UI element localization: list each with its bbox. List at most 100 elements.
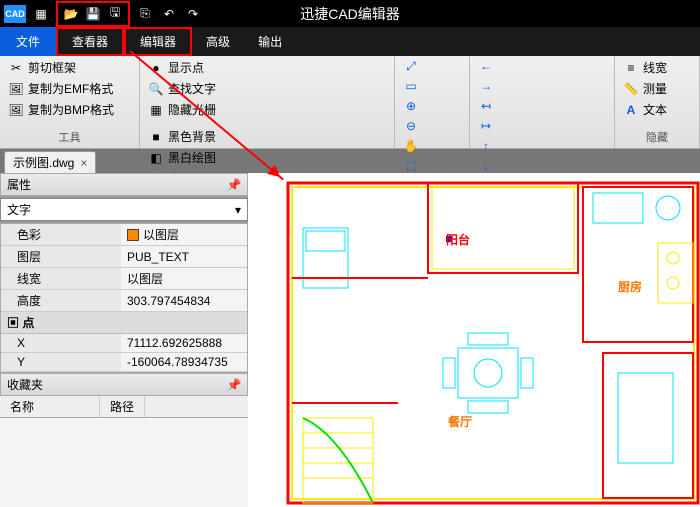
floorplan-svg	[248, 173, 700, 507]
zoom-in-icon[interactable]: ⊕	[401, 98, 421, 114]
label: 隐藏光栅	[168, 101, 216, 118]
value-text: 以图层	[143, 226, 179, 243]
room-label-kitchen: 厨房	[618, 278, 642, 295]
label: 黑色背景	[168, 128, 216, 145]
nav-up-icon[interactable]: ↑	[476, 138, 496, 154]
linewidth-button[interactable]: ≡线宽	[621, 58, 693, 77]
prop-value: 303.797454834	[121, 290, 247, 311]
nav-left-icon[interactable]: ←	[476, 58, 496, 74]
fit-icon[interactable]: ⛶	[401, 158, 421, 174]
title-bar: CAD ▦ 📂 💾 🖫 ⎘ ↶ ↷ 迅捷CAD编辑器	[0, 0, 700, 27]
output-tab[interactable]: 输出	[244, 27, 296, 56]
object-type-combo[interactable]: 文字 ▾	[0, 198, 248, 221]
properties-header: 属性 📌	[0, 173, 248, 196]
close-tab-icon[interactable]: ×	[80, 156, 87, 170]
prop-key: 图层	[1, 246, 121, 267]
viewer-tab[interactable]: 查看器	[56, 27, 124, 56]
saveas-icon[interactable]: 🖫	[104, 3, 126, 25]
find-icon: 🔍	[148, 81, 164, 97]
room-label-dining: 餐厅	[448, 413, 472, 430]
document-tab[interactable]: 示例图.dwg ×	[4, 151, 96, 173]
crop-frame-button[interactable]: ✂剪切框架	[6, 58, 133, 77]
doc-name: 示例图.dwg	[13, 154, 74, 171]
side-panel: 属性 📌 文字 ▾ 色彩 以图层 图层 PUB_TEXT 线宽 以图层 高度 3…	[0, 173, 248, 507]
col-path[interactable]: 路径	[100, 396, 145, 417]
drawing-canvas[interactable]: 阳台 厨房 餐厅	[248, 173, 700, 507]
prop-row-color[interactable]: 色彩 以图层	[1, 224, 247, 246]
prop-row-y[interactable]: Y -160064.78934735	[1, 353, 247, 372]
label: 剪切框架	[28, 59, 76, 76]
measure-icon: 📏	[623, 81, 639, 97]
group-label: 隐藏	[621, 128, 693, 146]
favorites-header: 收藏夹 📌	[0, 373, 248, 396]
label: 复制为BMP格式	[28, 101, 114, 118]
prop-key: 线宽	[1, 268, 121, 289]
panel-title: 收藏夹	[7, 376, 43, 393]
nav-right-icon[interactable]: →	[476, 78, 496, 94]
measure-button[interactable]: 📏测量	[621, 79, 693, 98]
bmp-icon: 🖼	[8, 102, 24, 118]
col-name[interactable]: 名称	[0, 396, 100, 417]
color-swatch	[127, 229, 139, 241]
pin-icon[interactable]: 📌	[227, 378, 241, 392]
ribbon-group-browse: ← → ↤ ↦ ↑ ↓ ↺ ↻ ⌂ ◈ ◉ 浏览	[470, 56, 615, 148]
favorites-list[interactable]	[0, 418, 248, 507]
ribbon: ✂剪切框架 🖼复制为EMF格式 🖼复制为BMP格式 工具 ●显示点 🔍查找文字 …	[0, 56, 700, 149]
prop-key: 色彩	[1, 224, 121, 245]
open-icon[interactable]: 📂	[60, 3, 82, 25]
hide-raster-button[interactable]: ▦隐藏光栅	[146, 100, 388, 119]
bw-icon: ◧	[148, 150, 164, 166]
nav-leftfast-icon[interactable]: ↤	[476, 98, 496, 114]
zoom-ext-icon[interactable]: ⤢	[401, 58, 421, 74]
prop-row-x[interactable]: X 71112.692625888	[1, 334, 247, 353]
undo-icon[interactable]: ↶	[158, 3, 180, 25]
raster-icon: ▦	[148, 102, 164, 118]
print-icon[interactable]: ⎘	[134, 3, 156, 25]
label: 线宽	[643, 59, 667, 76]
nav-rightfast-icon[interactable]: ↦	[476, 118, 496, 134]
favorites-columns: 名称 路径	[0, 396, 248, 418]
prop-row-height[interactable]: 高度 303.797454834	[1, 290, 247, 312]
nav-down-icon[interactable]: ↓	[476, 158, 496, 174]
find-text-button[interactable]: 🔍查找文字	[146, 79, 388, 98]
app-logo: CAD	[4, 5, 26, 23]
panel-title: 属性	[7, 176, 31, 193]
prop-row-layer[interactable]: 图层 PUB_TEXT	[1, 246, 247, 268]
prop-row-lineweight[interactable]: 线宽 以图层	[1, 268, 247, 290]
blackbg-icon: ■	[148, 129, 164, 145]
prop-value: PUB_TEXT	[121, 246, 247, 267]
editor-tab[interactable]: 编辑器	[124, 27, 192, 56]
qat-highlight-box: 📂 💾 🖫	[56, 1, 130, 27]
prop-key: 高度	[1, 290, 121, 311]
point-icon: ●	[148, 60, 164, 76]
advanced-tab[interactable]: 高级	[192, 27, 244, 56]
copy-bmp-button[interactable]: 🖼复制为BMP格式	[6, 100, 133, 119]
label: 显示点	[168, 59, 204, 76]
collapse-icon: ▣	[7, 316, 22, 330]
black-bg-button[interactable]: ■黑色背景	[146, 127, 388, 146]
linew-icon: ≡	[623, 60, 639, 76]
save-icon[interactable]: 💾	[82, 3, 104, 25]
prop-key: X	[1, 334, 121, 352]
text-button[interactable]: A文本	[621, 100, 693, 119]
prop-value: 71112.692625888	[121, 334, 247, 352]
file-tab[interactable]: 文件	[0, 27, 56, 56]
pin-icon[interactable]: 📌	[227, 178, 241, 192]
bw-draw-button[interactable]: ◧黑白绘图	[146, 148, 388, 167]
quick-access-toolbar: ▦ 📂 💾 🖫 ⎘ ↶ ↷	[30, 1, 204, 27]
work-area: 属性 📌 文字 ▾ 色彩 以图层 图层 PUB_TEXT 线宽 以图层 高度 3…	[0, 173, 700, 507]
show-points-button[interactable]: ●显示点	[146, 58, 388, 77]
zoom-win-icon[interactable]: ▭	[401, 78, 421, 94]
label: 文本	[643, 101, 667, 118]
pan-icon[interactable]: ✋	[401, 138, 421, 154]
combo-value: 文字	[7, 201, 31, 218]
zoom-out-icon[interactable]: ⊖	[401, 118, 421, 134]
copy-emf-button[interactable]: 🖼复制为EMF格式	[6, 79, 133, 98]
properties-grid: 色彩 以图层 图层 PUB_TEXT 线宽 以图层 高度 303.7974548…	[0, 223, 248, 373]
label: 复制为EMF格式	[28, 80, 113, 97]
new-icon[interactable]: ▦	[30, 3, 52, 25]
ribbon-group-position: ⤢ ▭ ⊕ ⊖ ✋ ⛶ 位置	[395, 56, 470, 148]
prop-value: 以图层	[121, 268, 247, 289]
redo-icon[interactable]: ↷	[182, 3, 204, 25]
prop-section-point[interactable]: ▣ 点	[1, 312, 247, 334]
